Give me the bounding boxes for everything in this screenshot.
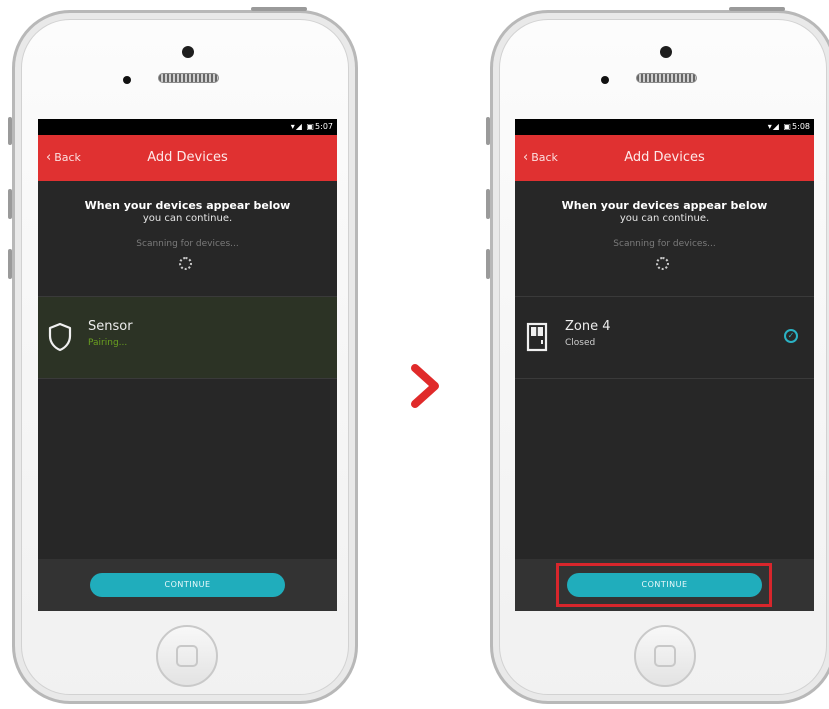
instructions-heading: When your devices appear below [84,199,291,212]
device-status: Closed [565,338,596,348]
power-button [251,7,307,11]
device-list-item[interactable]: Zone 4 Closed ✓ [515,296,814,379]
page-title: Add Devices [147,150,228,165]
mute-switch [8,117,12,145]
volume-up-button [8,189,12,219]
front-camera [660,46,672,58]
volume-up-button [486,189,490,219]
device-status: Pairing... [88,338,128,348]
front-camera [182,46,194,58]
mute-switch [486,117,490,145]
nav-bar: ‹ Back Add Devices [38,135,337,181]
screen: ▾◢ ▣ 5:08 ‹ Back Add Devices When your de… [515,119,814,611]
loading-spinner-icon [179,257,192,270]
page-title: Add Devices [624,150,705,165]
scanning-status: Scanning for devices... [136,239,239,249]
status-bar: ▾◢ ▣ 5:07 [38,119,337,135]
device-name: Sensor [88,319,133,334]
door-icon [526,322,548,352]
instructions-subheading: you can continue. [619,213,710,224]
volume-down-button [486,249,490,279]
instructions-subheading: you can continue. [142,213,233,224]
status-time: 5:07 [315,122,333,131]
loading-spinner-icon [656,257,669,270]
status-bar: ▾◢ ▣ 5:08 [515,119,814,135]
check-circle-icon: ✓ [784,329,798,343]
footer: CONTINUE [515,559,814,611]
status-time: 5:08 [792,122,810,131]
screen: ▾◢ ▣ 5:07 ‹ Back Add Devices When your de… [38,119,337,611]
device-name: Zone 4 [565,319,611,334]
power-button [729,7,785,11]
status-icons: ▾◢ ▣ [767,122,792,131]
scanning-status: Scanning for devices... [613,239,716,249]
volume-down-button [8,249,12,279]
chevron-right-icon [411,364,439,408]
home-button [156,625,218,687]
proximity-sensor [123,76,131,84]
shield-icon [48,322,72,352]
nav-bar: ‹ Back Add Devices [515,135,814,181]
continue-button[interactable]: CONTINUE [90,573,285,597]
phone-left: ▾◢ ▣ 5:07 ‹ Back Add Devices When your de… [8,7,358,704]
home-button [634,625,696,687]
phone-right: ▾◢ ▣ 5:08 ‹ Back Add Devices When your de… [486,7,829,704]
earpiece-speaker [636,73,697,83]
footer: CONTINUE [38,559,337,611]
highlight-box [556,563,772,607]
proximity-sensor [601,76,609,84]
device-list-item[interactable]: Sensor Pairing... [38,296,337,379]
earpiece-speaker [158,73,219,83]
instructions-heading: When your devices appear below [561,199,768,212]
status-icons: ▾◢ ▣ [290,122,315,131]
